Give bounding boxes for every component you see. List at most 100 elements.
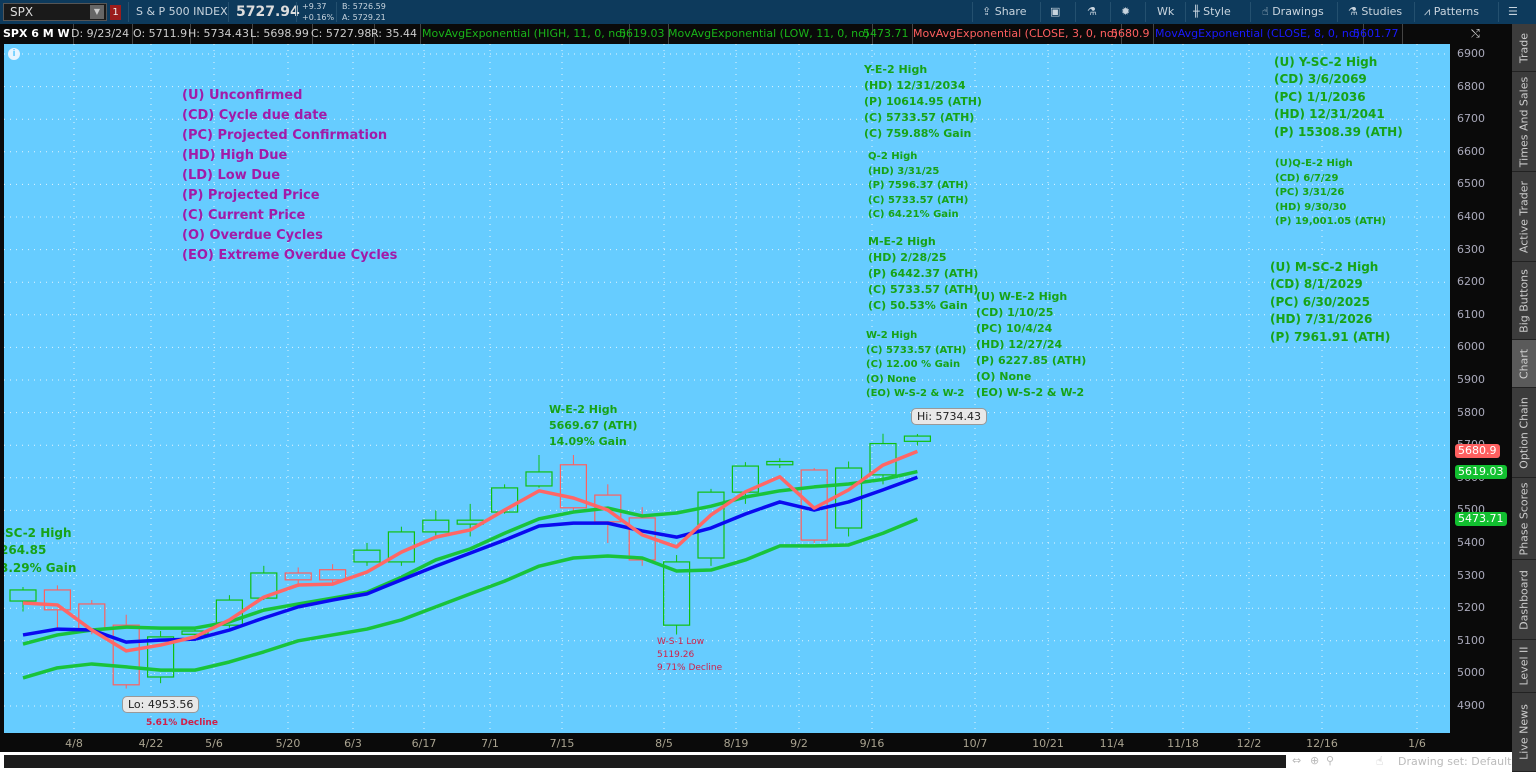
studies-button[interactable]: ⚗ Studies (1348, 0, 1402, 24)
candle-body (525, 471, 553, 487)
style-button[interactable]: ╫ Style (1193, 0, 1231, 24)
collapse-icon[interactable]: ⤭ (1468, 24, 1483, 44)
candle-body (284, 572, 312, 581)
bar-close: C: 5727.98 (308, 24, 376, 44)
annotation-we2-unconfirmed: (U) W-E-2 High (CD) 1/10/25 (PC) 10/4/24 (H… (976, 290, 1087, 399)
flexible-grid-icon[interactable]: ▣ (1050, 0, 1060, 24)
hand-icon[interactable]: ☝ (1376, 754, 1383, 768)
high-callout: Hi: 5734.43 (911, 408, 988, 425)
horizontal-scrollbar[interactable] (4, 755, 1286, 768)
low-callout: Lo: 4953.56 (122, 696, 200, 713)
study-value: 5601.77 (1350, 24, 1403, 44)
share-button[interactable]: ⇪ Share (982, 0, 1026, 24)
annotation-q2: Q-2 High (HD) 3/31/25 (P) 7596.37 (ATH) (C)… (868, 151, 969, 220)
chevron-down-icon[interactable]: ▼ (90, 5, 104, 19)
study-value: 5680.9 (1108, 24, 1154, 44)
price-axis[interactable]: 6900 6800 6700 6600 6500 6400 6300 6200 6100 6000… (1450, 44, 1512, 734)
bar-date: D: 9/23/24 (68, 24, 134, 44)
sidebar-tab[interactable]: Phase Scores (1512, 478, 1536, 560)
y-tick-label: 4900 (1457, 699, 1485, 712)
x-tick-label: 4/8 (65, 737, 83, 750)
ema-line (22, 475, 919, 644)
sidebar-tab-label: Phase Scores (1517, 482, 1531, 555)
ema-line (22, 449, 919, 653)
sidebar-tab[interactable]: Dashboard (1512, 560, 1536, 640)
candle-icon: ╫ (1193, 5, 1204, 18)
alert-badge[interactable]: 1 (110, 5, 121, 20)
annotation-ws1: W-S-1 Low 5119.26 9.71% Decline (657, 637, 723, 674)
pan-icon[interactable]: ⇔ (1292, 754, 1301, 767)
x-tick-label: 12/16 (1306, 737, 1338, 750)
x-tick-label: 5/20 (275, 737, 301, 750)
drawings-button[interactable]: ☝ Drawings (1262, 0, 1324, 24)
y-tick-label: 5800 (1457, 405, 1485, 419)
sidebar-tab[interactable]: Big Buttons (1512, 262, 1536, 340)
bar-high: H: 5734.43 (185, 24, 253, 44)
share-label: Share (994, 5, 1027, 18)
chart-label: SPX 6 M W (0, 24, 74, 44)
patterns-button[interactable]: ⩘ Patterns (1424, 0, 1479, 24)
y-tick-label: 5300 (1457, 568, 1485, 582)
sidebar-tab[interactable]: Active Trader (1512, 172, 1536, 262)
symbol-description: S & P 500 INDEX (136, 5, 228, 18)
chart-info-bar: SPX 6 M W D: 9/23/24 O: 5711.9 H: 5734.4… (0, 24, 1512, 44)
crosshair-icon[interactable]: ⊕ (1310, 754, 1319, 767)
legend-key: (U) Unconfirmed (CD) Cycle due date (PC)… (182, 86, 397, 266)
y-tick-label: 6400 (1457, 210, 1485, 223)
gear-icon[interactable]: ✹ (1121, 0, 1130, 24)
sidebar-tab-label: Option Chain (1517, 396, 1531, 469)
drawing-set-label[interactable]: Drawing set: Default (1398, 755, 1511, 768)
sidebar-tab[interactable]: Trade (1512, 24, 1536, 72)
price-tag: 5619.03 (1455, 464, 1507, 479)
legend-item: (O) Overdue Cycles (182, 228, 323, 243)
y-tick-label: 6900 (1457, 47, 1485, 60)
y-tick-label: 6700 (1457, 112, 1485, 126)
price-chart[interactable]: i (U) Unconfirmed (CD) Cycle due date (P… (4, 44, 1450, 733)
annotation-we2: W-E-2 High 5669.67 (ATH) 14.09% Gain (549, 403, 638, 448)
candle-body (9, 589, 37, 602)
bar-range: R: 35.44 (368, 24, 421, 44)
sidebar-tab-label: Big Buttons (1517, 268, 1531, 333)
zoom-icon[interactable]: ⚲ (1326, 754, 1334, 767)
menu-icon[interactable]: ☰ (1508, 0, 1518, 24)
candle-body (319, 569, 347, 581)
symbol-input[interactable]: SPX ▼ (3, 3, 107, 21)
study-label[interactable]: MovAvgExponential (LOW, 11, 0, no) (665, 24, 874, 44)
study-value: 5473.71 (860, 24, 913, 44)
ema-line (22, 469, 918, 646)
sidebar-tab[interactable]: Times And Sales (1512, 72, 1536, 172)
study-label[interactable]: MovAvgExponential (CLOSE, 8, 0, no) (1152, 24, 1364, 44)
sidebar-tab[interactable]: Level II (1512, 640, 1536, 693)
y-tick-label: 5100 (1457, 633, 1485, 647)
legend-item: (C) Current Price (182, 208, 306, 223)
flask-icon: ⚗ (1348, 5, 1362, 18)
study-label[interactable]: MovAvgExponential (CLOSE, 3, 0, no) (910, 24, 1122, 44)
annotation-msc2: (U) M-SC-2 High (CD) 8/1/2029 (PC) 6/30/20… (1270, 260, 1391, 344)
y-tick-label: 6800 (1457, 79, 1485, 93)
sidebar-tab-label: Chart (1517, 348, 1531, 379)
y-tick-label: 6300 (1457, 242, 1485, 256)
study-label[interactable]: MovAvgExponential (HIGH, 11, 0, no) (419, 24, 631, 44)
flask-icon[interactable]: ⚗ (1087, 0, 1097, 24)
legend-item: (LD) Low Due (182, 168, 281, 183)
ema-line (22, 517, 919, 680)
price-tag: 5680.9 (1455, 444, 1500, 459)
right-sidebar: Trade Times And Sales Active Trader Big But… (1512, 24, 1536, 772)
candle-body (422, 519, 450, 533)
annotation-left-cut: -SC-2 High 264.85 3.29% Gain (4, 526, 77, 575)
bar-open: O: 5711.9 (130, 24, 192, 44)
sidebar-tab[interactable]: Chart (1512, 340, 1536, 388)
time-axis[interactable]: 4/8 4/22 5/6 5/20 6/3 6/17 7/1 7/15 8/5 8/19 9/2 9/… (0, 733, 1512, 752)
x-tick-label: 12/2 (1236, 737, 1262, 750)
y-tick-label: 5900 (1457, 373, 1485, 386)
style-label: Style (1203, 5, 1231, 18)
y-tick-label: 5200 (1457, 601, 1485, 615)
candle-body (903, 435, 932, 442)
sidebar-tab[interactable]: Option Chain (1512, 388, 1536, 478)
info-icon[interactable]: i (8, 48, 20, 60)
candle-body (766, 460, 794, 466)
aggregation-button[interactable]: Wk (1157, 0, 1174, 24)
sidebar-tab[interactable]: Live News (1512, 693, 1536, 772)
annotation-w2: W-2 High (C) 5733.57 (ATH) (C) 12.00 % Gai… (866, 330, 967, 399)
symbol-value: SPX (10, 5, 34, 19)
